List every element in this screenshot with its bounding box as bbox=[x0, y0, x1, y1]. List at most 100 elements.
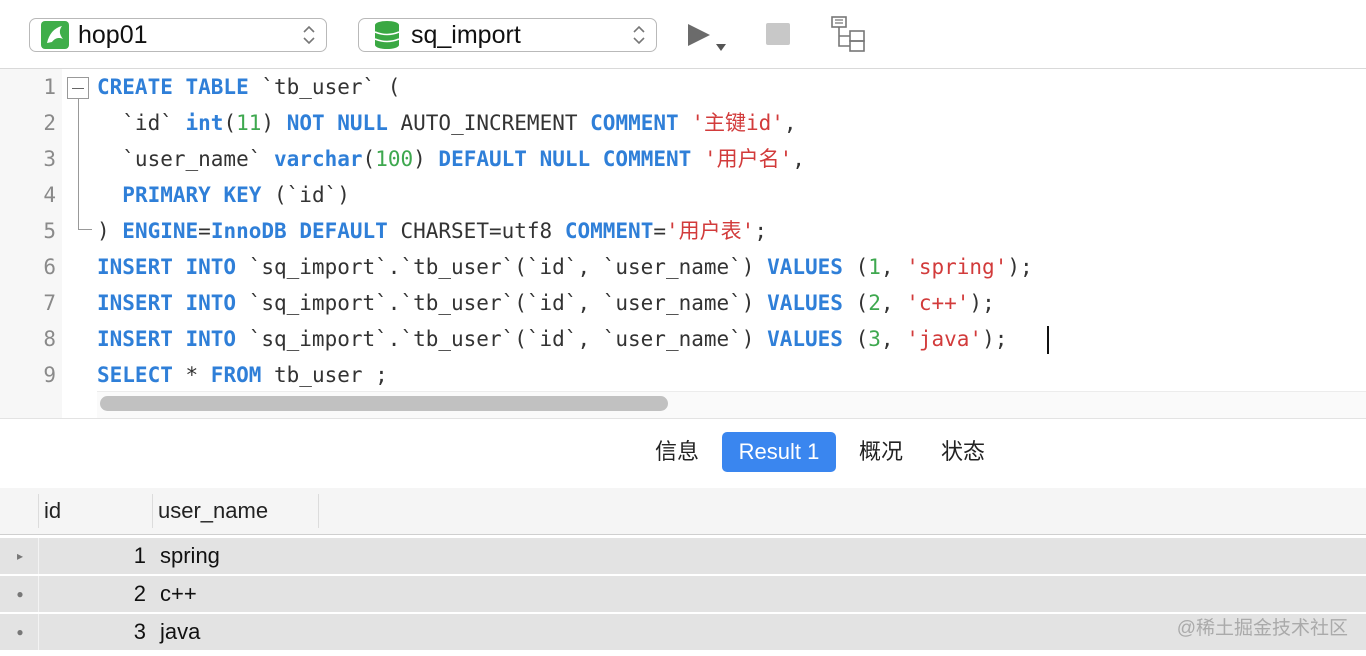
cell-user-name[interactable]: c++ bbox=[160, 576, 197, 612]
code-token-text: (`id`) bbox=[261, 183, 350, 207]
code-token-number: 3 bbox=[868, 327, 881, 351]
line-number: 3 bbox=[43, 147, 56, 171]
explain-icon[interactable] bbox=[830, 15, 868, 53]
line-number: 4 bbox=[43, 183, 56, 207]
row-divider bbox=[38, 576, 39, 612]
scrollbar-thumb[interactable] bbox=[100, 396, 668, 411]
code-token-string: '主键id' bbox=[691, 111, 784, 135]
line-number: 6 bbox=[43, 255, 56, 279]
result-tabs: 信息 Result 1 概况 状态 bbox=[0, 418, 1366, 489]
watermark: @稀土掘金技术社区 bbox=[1176, 618, 1348, 639]
code-token-keyword: COMMENT bbox=[590, 111, 679, 135]
table-row[interactable]: ● 3 java bbox=[0, 614, 1366, 652]
code-line[interactable]: ) ENGINE=InnoDB DEFAULT CHARSET=utf8 COM… bbox=[97, 213, 767, 249]
code-token-keyword: VALUES bbox=[767, 291, 843, 315]
code-token-text: * bbox=[172, 363, 211, 387]
database-select[interactable]: sq_import bbox=[358, 18, 657, 52]
code-token-string: 'c++' bbox=[906, 291, 970, 315]
connection-label: hop01 bbox=[78, 20, 148, 49]
line-number: 9 bbox=[43, 363, 56, 387]
fold-collapse-icon[interactable] bbox=[67, 77, 89, 99]
row-marker: ● bbox=[16, 587, 24, 601]
line-number: 2 bbox=[43, 111, 56, 135]
connection-select[interactable]: hop01 bbox=[29, 18, 327, 52]
code-token-keyword: ENGINE bbox=[122, 219, 199, 243]
code-line[interactable]: PRIMARY KEY (`id`) bbox=[97, 177, 350, 213]
code-token-number: 100 bbox=[375, 147, 414, 171]
code-token-string: '用户名' bbox=[703, 147, 793, 171]
code-token-string: 'spring' bbox=[906, 255, 1008, 279]
cell-id[interactable]: 2 bbox=[40, 576, 146, 612]
line-number: 1 bbox=[43, 75, 56, 99]
code-token-text: ); bbox=[969, 291, 995, 315]
code-line[interactable]: `user_name` varchar(100) DEFAULT NULL CO… bbox=[97, 141, 805, 177]
code-token-text: ) bbox=[97, 219, 123, 243]
text-cursor bbox=[1047, 326, 1049, 354]
cell-user-name[interactable]: spring bbox=[160, 538, 220, 574]
code-token-text: ( bbox=[842, 327, 869, 351]
database-icon bbox=[373, 20, 401, 50]
row-divider bbox=[38, 538, 39, 574]
code-line[interactable]: INSERT INTO `sq_import`.`tb_user`(`id`, … bbox=[97, 249, 1033, 285]
code-token-text: tb_user ; bbox=[261, 363, 388, 387]
code-line[interactable]: INSERT INTO `sq_import`.`tb_user`(`id`, … bbox=[97, 321, 1007, 357]
code-token-keyword: NOT NULL bbox=[286, 111, 388, 135]
column-divider bbox=[38, 494, 39, 528]
tab-info[interactable]: 信息 bbox=[641, 432, 713, 472]
code-token-keyword: INSERT INTO bbox=[97, 291, 237, 315]
column-divider[interactable] bbox=[318, 494, 319, 528]
row-marker: ● bbox=[16, 625, 24, 639]
code-token-keyword: VALUES bbox=[767, 327, 843, 351]
code-token-string: 'java' bbox=[906, 327, 983, 351]
code-token-text: , bbox=[792, 147, 805, 171]
line-number: 5 bbox=[43, 219, 56, 243]
code-token-text: , bbox=[783, 111, 797, 135]
grid-header: id user_name bbox=[0, 488, 1366, 535]
cell-user-name[interactable]: java bbox=[160, 614, 200, 650]
table-row[interactable]: ● 2 c++ bbox=[0, 576, 1366, 614]
code-token-text: ( bbox=[362, 147, 376, 171]
line-number: 8 bbox=[43, 327, 56, 351]
code-token-text: , bbox=[880, 327, 907, 351]
code-token-text: , bbox=[880, 291, 907, 315]
code-token-text: ( bbox=[223, 111, 237, 135]
code-token-keyword: varchar bbox=[274, 147, 363, 171]
fold-guide bbox=[78, 99, 79, 229]
code-token-text: , bbox=[880, 255, 907, 279]
tab-status[interactable]: 状态 bbox=[927, 432, 999, 472]
code-token-keyword: PRIMARY KEY bbox=[122, 183, 262, 207]
code-token-text: `sq_import`.`tb_user`(`id`, `user_name`) bbox=[236, 291, 768, 315]
code-token-keyword: VALUES bbox=[767, 255, 843, 279]
tab-result-1[interactable]: Result 1 bbox=[722, 432, 836, 472]
line-number: 7 bbox=[43, 291, 56, 315]
code-token-keyword: COMMENT bbox=[564, 219, 654, 243]
code-token-text: = bbox=[653, 219, 667, 243]
stop-icon[interactable] bbox=[766, 23, 790, 45]
code-token-keyword: FROM bbox=[210, 363, 262, 387]
row-divider bbox=[38, 614, 39, 650]
code-line[interactable]: CREATE TABLE `tb_user` ( bbox=[97, 69, 400, 105]
tab-profile[interactable]: 概况 bbox=[845, 432, 917, 472]
database-label: sq_import bbox=[411, 20, 521, 49]
code-token-text: `id` bbox=[97, 111, 186, 135]
column-header-id[interactable]: id bbox=[44, 488, 61, 534]
code-token-text: `sq_import`.`tb_user`(`id`, `user_name`) bbox=[236, 327, 768, 351]
code-line[interactable]: `id` int(11) NOT NULL AUTO_INCREMENT COM… bbox=[97, 105, 797, 141]
cell-id[interactable]: 1 bbox=[40, 538, 146, 574]
column-divider[interactable] bbox=[152, 494, 153, 528]
row-marker: ▸ bbox=[16, 549, 24, 563]
sql-editor[interactable]: 1 2 3 4 5 6 7 8 9 CREATE TABLE `tb_user`… bbox=[0, 69, 1366, 418]
code-token-text: ); bbox=[982, 327, 1008, 351]
run-icon[interactable] bbox=[686, 22, 728, 56]
cell-id[interactable]: 3 bbox=[40, 614, 146, 650]
code-token-keyword: DEFAULT NULL COMMENT bbox=[438, 147, 692, 171]
column-header-user-name[interactable]: user_name bbox=[158, 488, 268, 534]
code-line[interactable]: INSERT INTO `sq_import`.`tb_user`(`id`, … bbox=[97, 285, 995, 321]
table-row[interactable]: ▸ 1 spring bbox=[0, 538, 1366, 576]
code-line[interactable]: SELECT * FROM tb_user ; bbox=[97, 357, 388, 393]
code-token-text: ( bbox=[842, 255, 869, 279]
code-token-keyword: INSERT INTO bbox=[97, 255, 237, 279]
line-number-gutter: 1 2 3 4 5 6 7 8 9 bbox=[0, 69, 62, 418]
